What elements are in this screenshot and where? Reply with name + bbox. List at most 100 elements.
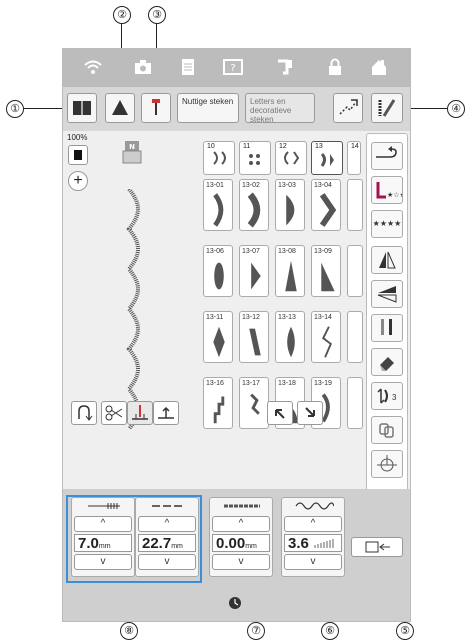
stitch-cell[interactable]: 13-17 [239,377,269,429]
machine-screen: ? Nuttige steken Letters en decoratieve … [62,48,411,622]
stitch-pattern-icon [205,321,233,368]
pattern-stars-button[interactable]: ★★★★ [371,210,403,238]
stitch-pattern-icon [241,189,269,236]
move-up-left-button[interactable] [267,401,293,425]
stitch-cell[interactable]: 13-09 [311,245,341,297]
stitch-cell[interactable]: 13-03 [275,179,305,231]
start-point-button[interactable]: ★☆★ [371,176,406,204]
stitch-cell-partial[interactable] [347,311,363,363]
stitch-cell[interactable]: 13-16 [203,377,233,429]
stitch-pattern-icon [313,189,341,236]
stitch-cell[interactable]: 13-01 [203,179,233,231]
mirror-horizontal-icon [377,286,397,303]
width-decrease-button[interactable]: v [74,554,132,570]
stitch-cell[interactable]: 13-12 [239,311,269,363]
needle-position-icon [377,455,397,472]
tension-decrease-button[interactable]: v [284,554,342,570]
thread-icon[interactable] [275,57,295,77]
lock-icon[interactable] [325,57,345,77]
shift-increase-button[interactable]: ^ [212,516,270,532]
shift-group: ^ 0.00mm v [209,497,273,577]
help-icon[interactable]: ? [223,57,243,77]
stitch-cell[interactable]: 13-04 [311,179,341,231]
manual-button[interactable] [67,93,97,123]
stitch-cell[interactable]: 13-08 [275,245,305,297]
zoom-in-icon[interactable]: + [68,171,88,191]
length-decrease-button[interactable]: v [138,554,196,570]
edit-button[interactable] [333,93,363,123]
stitch-pattern-icon [205,387,233,434]
right-tool-panel: ★☆★ ★★★★ 3 [366,133,408,497]
mirror-horizontal-button[interactable] [371,246,403,274]
tab-category-11[interactable]: 11 [239,141,271,175]
stitch-cell[interactable]: 13-11 [203,311,233,363]
camera-icon[interactable] [133,57,153,77]
book-icon [73,101,91,115]
home-icon[interactable] [369,57,389,77]
link-button[interactable] [371,416,403,444]
eraser-button[interactable] [371,348,403,376]
stitch-cell[interactable]: 13-07 [239,245,269,297]
reverse-stitch-icon [78,405,93,421]
stitch-code-label: 13-01 [206,182,224,189]
stitch-cell-partial[interactable] [347,179,363,231]
tab-category-14[interactable]: 14 [347,141,361,175]
length-increase-button[interactable]: ^ [138,516,196,532]
document-icon[interactable] [178,57,198,77]
callout-1: ① [6,100,24,118]
needle-position-button[interactable] [371,450,403,478]
stitch-pattern-icon [313,321,341,368]
needle-icon [152,99,160,115]
callout-7: ⑦ [247,622,265,640]
callout-4: ④ [447,100,465,118]
mirror-vertical-button[interactable] [371,280,403,308]
reverse-button[interactable] [71,401,97,425]
tab-category-13[interactable]: 13 [311,141,343,175]
tension-increase-button[interactable]: ^ [284,516,342,532]
tab-utility-stitches[interactable]: Nuttige steken [177,93,239,123]
needle-down-button[interactable] [127,401,153,425]
start-stitch-icon: ★☆★ [376,182,406,199]
pivot-icon [158,406,174,419]
callout-line-4 [405,108,447,109]
callout-3: ③ [148,6,166,24]
stitch-pattern-icon [205,189,233,236]
sewing-settings-button[interactable] [371,93,403,123]
thread-cutter-button[interactable] [371,142,403,170]
thread-color-button[interactable] [68,145,88,165]
gear-icon[interactable] [228,596,242,610]
stitch-cell-partial[interactable] [347,245,363,297]
shift-decrease-button[interactable]: v [212,554,270,570]
tension-bars-icon [314,539,334,548]
presser-foot-button[interactable] [105,93,135,123]
link-icon [379,423,394,438]
twin-needle-button[interactable] [371,314,403,342]
stitch-cell-partial[interactable] [347,377,363,429]
wifi-icon[interactable] [83,57,103,77]
svg-text:?: ? [230,63,235,74]
stitch-cell[interactable]: 13-06 [203,245,233,297]
mirror-vertical-icon [379,251,396,269]
stitch-cell[interactable]: 13-02 [239,179,269,231]
presser-foot-pivot-button[interactable] [153,401,179,425]
memory-button[interactable] [351,537,403,557]
twin-needle-icon [381,319,392,335]
stitch-code-label: 13-07 [242,248,260,255]
stitch-cell[interactable]: 13-13 [275,311,305,363]
stitch-cell[interactable]: 13-14 [311,311,341,363]
scissors-button[interactable] [101,401,127,425]
arrow-down-right-icon [305,407,315,417]
tab-category-10[interactable]: 10 [203,141,235,175]
tab-category-12[interactable]: 12 [275,141,307,175]
width-increase-button[interactable]: ^ [74,516,132,532]
stitch-code-label: 13-18 [278,380,296,387]
tab-decorative-stitches[interactable]: Letters en decoratieve steken [245,93,315,124]
stitch-length-group: ^ 22.7mm v [135,497,199,577]
stitch-code-label: 13-04 [314,182,332,189]
needle-button[interactable] [141,93,171,123]
move-down-right-button[interactable] [297,401,323,425]
repeat-button[interactable]: 3 [371,382,403,410]
save-memory-icon [365,541,390,553]
thread-tension-group: ^ 3.6 v [281,497,345,577]
stitch-pattern-icon [277,189,305,236]
